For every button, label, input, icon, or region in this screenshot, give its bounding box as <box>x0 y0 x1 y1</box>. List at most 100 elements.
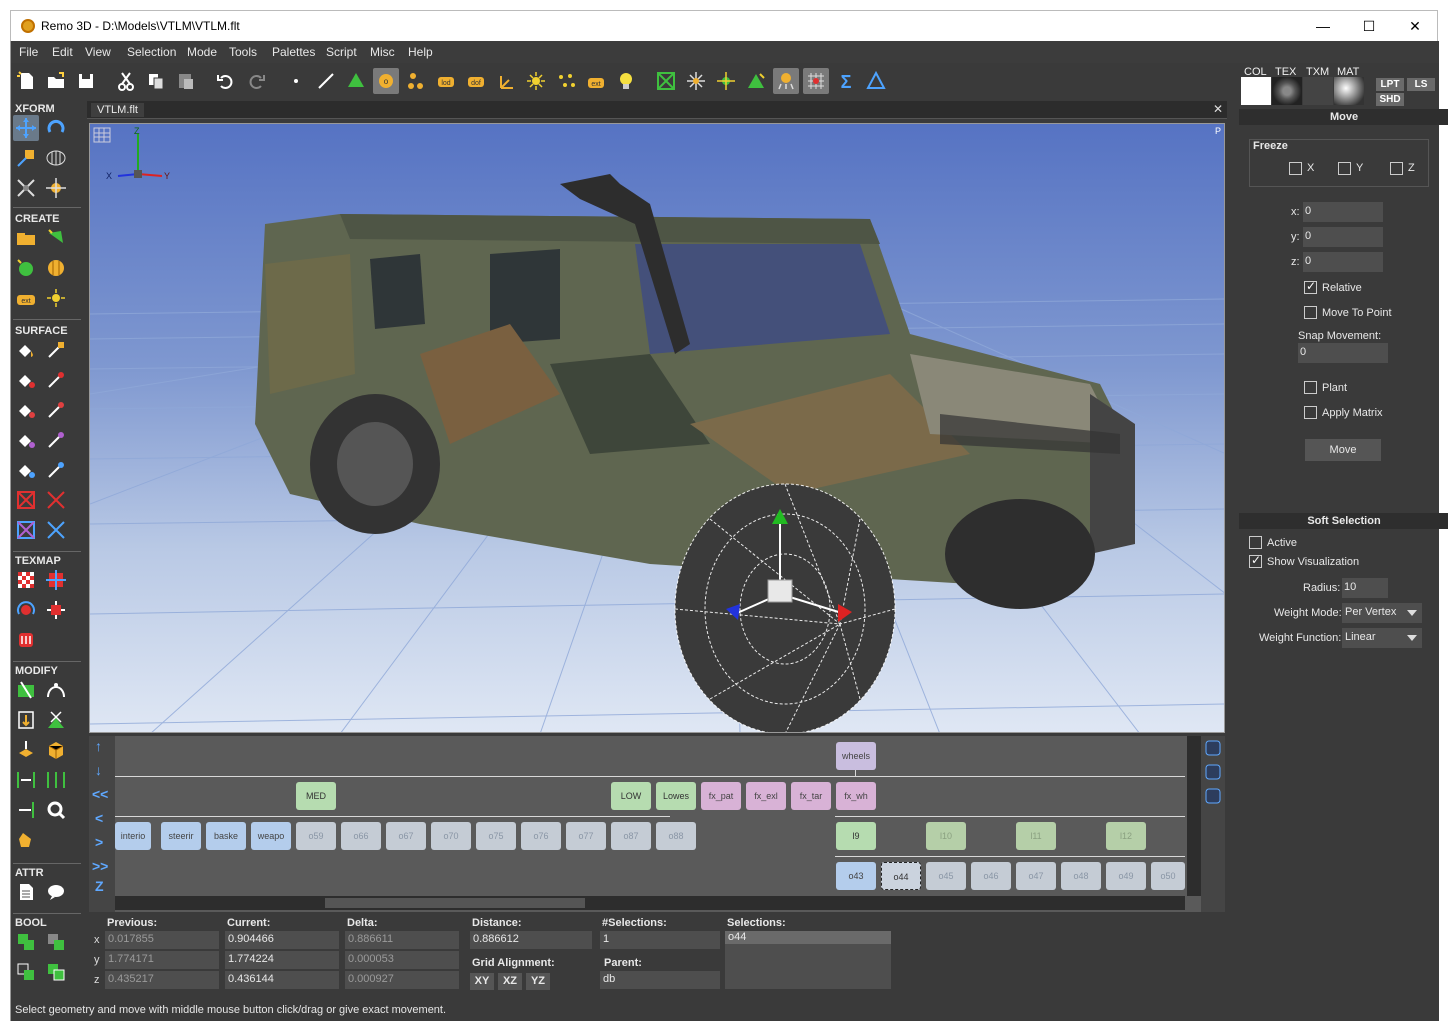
graph-node[interactable]: MED <box>296 782 336 810</box>
graph-node[interactable]: o70 <box>431 822 471 850</box>
select-all-icon[interactable] <box>653 68 679 94</box>
surface-shader-pick-icon[interactable] <box>43 457 69 483</box>
graph-node[interactable]: steerir <box>161 822 201 850</box>
select-edge-icon[interactable] <box>313 68 339 94</box>
freeze-y-checkbox[interactable] <box>1338 162 1351 175</box>
soft-select-icon[interactable] <box>773 68 799 94</box>
viewport-grid-icon[interactable] <box>93 127 111 143</box>
attr-document-icon[interactable] <box>13 879 39 905</box>
graph-node[interactable]: l11 <box>1016 822 1056 850</box>
graph-node[interactable]: o75 <box>476 822 516 850</box>
open-file-icon[interactable] <box>43 68 69 94</box>
move-y-input[interactable]: 0 <box>1303 227 1383 247</box>
3d-viewport[interactable]: Z X Y P <box>89 123 1225 733</box>
select-face-icon[interactable] <box>343 68 369 94</box>
menu-selection[interactable]: Selection <box>127 45 176 59</box>
close-window-button[interactable]: ✕ <box>1395 15 1435 37</box>
plant-checkbox[interactable] <box>1304 381 1317 394</box>
texmap-scale-icon[interactable] <box>43 597 69 623</box>
texture-swatch[interactable] <box>1272 77 1302 105</box>
modify-hand-icon[interactable] <box>13 827 39 853</box>
move-pivot-icon[interactable] <box>713 68 739 94</box>
select-lod-icon[interactable]: lod <box>433 68 459 94</box>
bool-split-icon[interactable] <box>43 959 69 985</box>
lpt-button[interactable]: LPT <box>1376 78 1404 91</box>
texmap-move-icon[interactable] <box>43 567 69 593</box>
rotate-tool-icon[interactable] <box>43 115 69 141</box>
create-face-icon[interactable] <box>43 225 69 251</box>
weight-function-dropdown[interactable]: Linear <box>1342 628 1422 648</box>
show-visualization-checkbox[interactable] <box>1249 553 1262 568</box>
select-axis-icon[interactable] <box>493 68 519 94</box>
create-cylinder-icon[interactable] <box>43 255 69 281</box>
surface-pick-icon[interactable] <box>43 337 69 363</box>
menu-mode[interactable]: Mode <box>187 45 217 59</box>
graph-node[interactable]: fx_exl <box>746 782 786 810</box>
menu-tools[interactable]: Tools <box>229 45 257 59</box>
new-file-icon[interactable] <box>13 68 39 94</box>
select-vertex-icon[interactable] <box>283 68 309 94</box>
surface-clear-pick-icon[interactable] <box>43 487 69 513</box>
delta-icon[interactable] <box>863 68 889 94</box>
texmap-checker-icon[interactable] <box>13 567 39 593</box>
graph-node[interactable]: o47 <box>1016 862 1056 890</box>
graph-prev-button[interactable]: < <box>95 810 103 826</box>
grid-xz-button[interactable]: XZ <box>498 973 522 990</box>
menu-misc[interactable]: Misc <box>370 45 395 59</box>
apply-matrix-checkbox[interactable] <box>1304 406 1317 419</box>
graph-node[interactable]: fx_pat <box>701 782 741 810</box>
select-external-icon[interactable]: ext <box>583 68 609 94</box>
modify-search-icon[interactable] <box>43 797 69 823</box>
select-object-icon[interactable]: o <box>373 68 399 94</box>
create-sphere-icon[interactable] <box>13 255 39 281</box>
modify-bend-icon[interactable] <box>43 677 69 703</box>
close-tab-icon[interactable]: ✕ <box>1213 102 1223 116</box>
undo-icon[interactable] <box>213 68 239 94</box>
redo-icon[interactable] <box>243 68 269 94</box>
graph-down-button[interactable]: ↓ <box>95 762 102 778</box>
graph-node[interactable]: o87 <box>611 822 651 850</box>
menu-file[interactable]: File <box>19 45 38 59</box>
graph-node[interactable]: Lowes <box>656 782 696 810</box>
texmap-swatch[interactable] <box>1303 77 1333 105</box>
texmap-rotate-icon[interactable] <box>13 597 39 623</box>
surface-clear-blue-icon[interactable] <box>13 517 39 543</box>
graph-last-button[interactable]: >> <box>92 858 108 874</box>
align-icon[interactable] <box>743 68 769 94</box>
minimize-button[interactable]: — <box>1303 15 1343 37</box>
graph-node[interactable]: o67 <box>386 822 426 850</box>
menu-palettes[interactable]: Palettes <box>272 45 315 59</box>
create-group-icon[interactable] <box>13 225 39 251</box>
graph-node[interactable]: o50 <box>1151 862 1185 890</box>
graph-node[interactable]: fx_tar <box>791 782 831 810</box>
current-z-field[interactable]: 0.436144 <box>225 971 339 989</box>
freeze-z-checkbox[interactable] <box>1390 162 1403 175</box>
selection-item[interactable]: o44 <box>725 931 891 944</box>
graph-node[interactable]: LOW <box>611 782 651 810</box>
surface-paint-red-icon[interactable] <box>13 367 39 393</box>
graph-zoom-button[interactable]: Z <box>95 878 104 894</box>
graph-node[interactable]: fx_wh <box>836 782 876 810</box>
graph-side-icons[interactable] <box>1201 736 1225 816</box>
menu-view[interactable]: View <box>85 45 111 59</box>
modify-split-icon[interactable] <box>13 677 39 703</box>
move-to-point-checkbox[interactable] <box>1304 306 1317 319</box>
save-icon[interactable] <box>73 68 99 94</box>
modify-snap-icon[interactable] <box>13 797 39 823</box>
graph-node[interactable]: weapo <box>251 822 291 850</box>
graph-node[interactable]: l9 <box>836 822 876 850</box>
snap-movement-input[interactable]: 0 <box>1298 343 1388 363</box>
selections-list[interactable]: o44 <box>725 931 891 989</box>
grid-xy-button[interactable]: XY <box>470 973 494 990</box>
paste-icon[interactable] <box>173 68 199 94</box>
surface-texture-icon[interactable] <box>13 397 39 423</box>
graph-node[interactable]: wheels <box>836 742 876 770</box>
bool-subtract-icon[interactable] <box>43 929 69 955</box>
menu-help[interactable]: Help <box>408 45 433 59</box>
relative-checkbox[interactable] <box>1304 279 1317 294</box>
graph-node[interactable]: interio <box>115 822 151 850</box>
graph-node[interactable]: o77 <box>566 822 606 850</box>
graph-horizontal-scrollbar[interactable] <box>115 896 1185 910</box>
select-group-icon[interactable] <box>403 68 429 94</box>
bool-intersect-icon[interactable] <box>13 959 39 985</box>
